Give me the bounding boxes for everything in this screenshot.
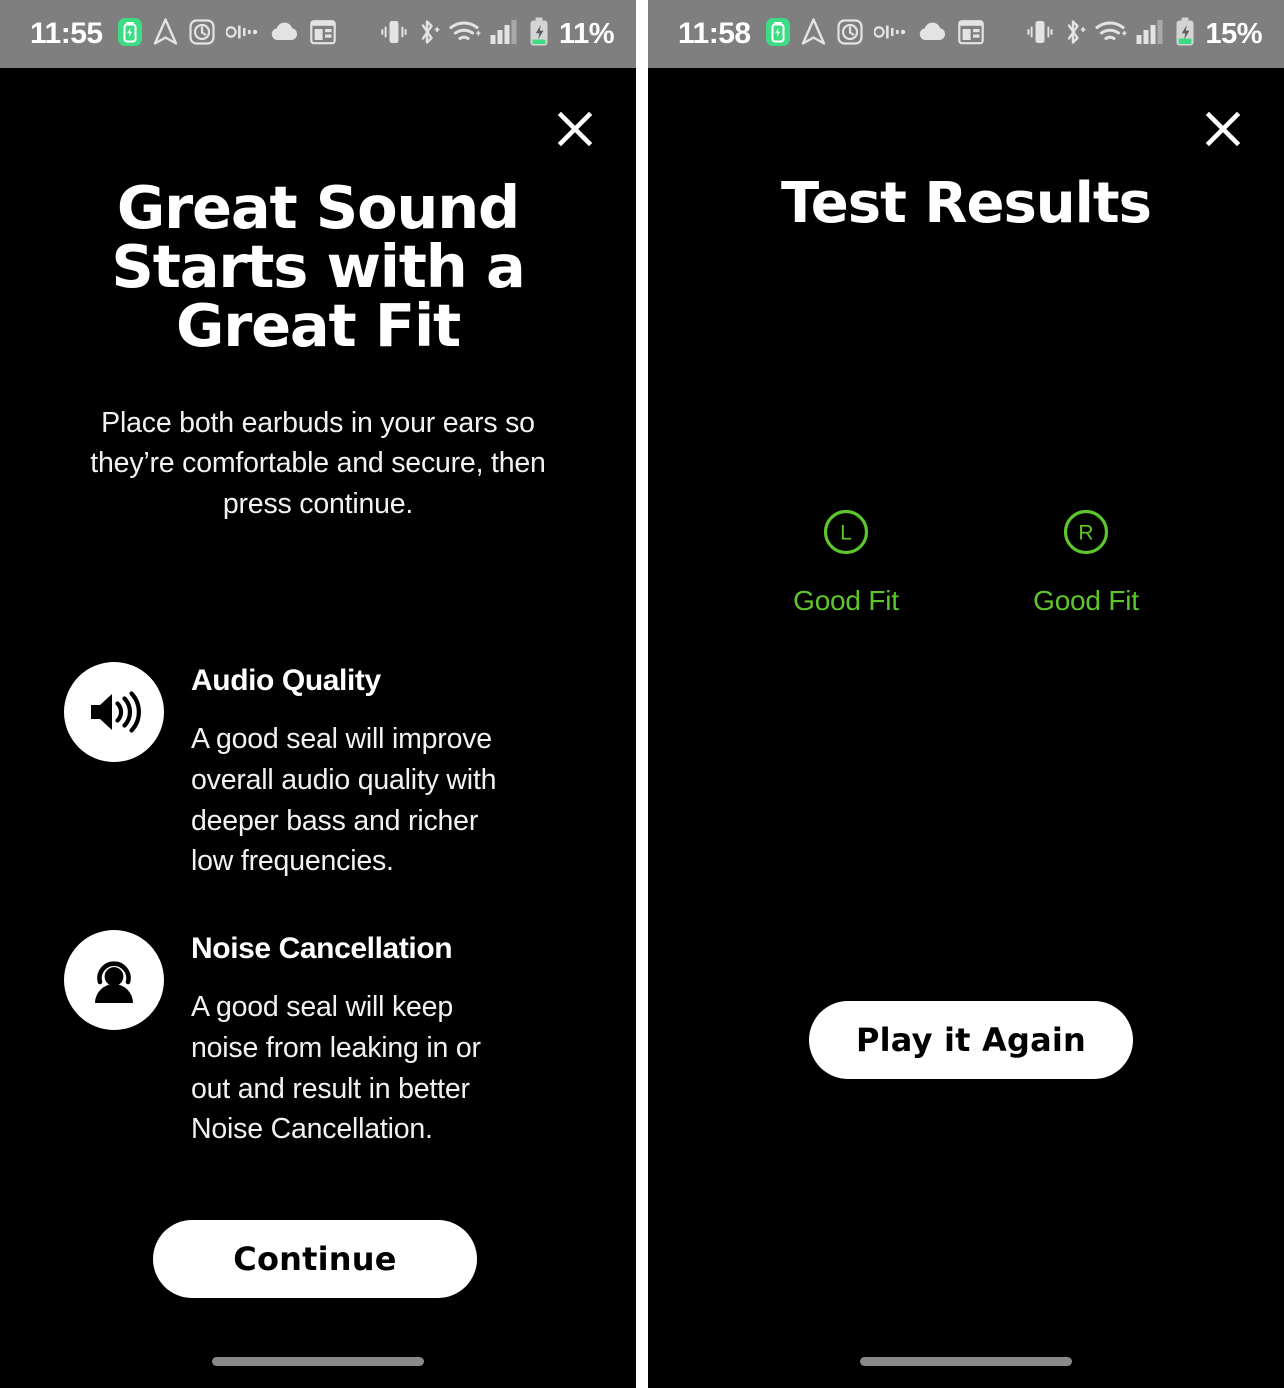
right-screen-body: Test Results L Good Fit R Good Fit Play … — [648, 68, 1284, 1388]
wifi-icon — [449, 19, 481, 50]
page-title: Great Sound Starts with a Great Fit — [111, 173, 525, 360]
cell-signal-icon — [1136, 19, 1166, 50]
close-icon — [1205, 111, 1241, 147]
calendar-widget-icon — [957, 19, 984, 50]
home-indicator[interactable] — [212, 1357, 424, 1366]
bluetooth-icon — [416, 18, 440, 51]
fit-result-right: R Good Fit — [996, 508, 1176, 615]
home-indicator[interactable] — [860, 1357, 1072, 1366]
svg-text:R: R — [1078, 522, 1093, 545]
vibrate-icon — [1027, 18, 1054, 51]
close-icon — [557, 111, 593, 147]
cell-signal-icon — [490, 19, 520, 50]
battery-percent-label: 15% — [1205, 17, 1262, 50]
navigation-arrow-icon — [153, 18, 178, 50]
alarm-clock-icon — [188, 18, 215, 50]
right-earbud-badge-icon: R — [1062, 508, 1110, 561]
status-clock: 11:58 — [678, 17, 751, 50]
continue-button[interactable]: Continue — [153, 1220, 477, 1298]
cloud-icon — [269, 21, 299, 47]
charging-battery-icon — [529, 17, 549, 52]
feature-text-block: Noise Cancellation A good seal will keep… — [191, 928, 526, 1150]
page-title: Test Results — [781, 171, 1152, 236]
volume-meter-icon — [872, 24, 906, 45]
status-clock: 11:55 — [30, 17, 103, 50]
battery-saver-icon — [117, 17, 142, 51]
play-it-again-button[interactable]: Play it Again — [809, 1001, 1133, 1079]
battery-percent-label: 11% — [559, 17, 614, 50]
calendar-widget-icon — [309, 19, 336, 50]
fit-status-label: Good Fit — [1033, 585, 1139, 616]
person-noise-cancellation-icon — [64, 930, 164, 1030]
speaker-volume-icon — [64, 662, 164, 762]
right-phone-screen: 11:58 15% Test Results L Good Fit R Good… — [648, 0, 1284, 1388]
status-bar-left-group: 11:55 — [30, 17, 336, 51]
status-bar-left: 11:55 11% — [0, 0, 636, 68]
dual-screenshot-stage: 11:55 11% Great Sound Starts with a Grea… — [0, 0, 1284, 1388]
fit-results-row: L Good Fit R Good Fit — [756, 508, 1176, 615]
volume-meter-icon — [224, 24, 258, 45]
status-bar-left-group: 11:58 — [678, 17, 984, 51]
charging-battery-icon — [1175, 17, 1195, 52]
feature-audio-quality: Audio Quality A good seal will improve o… — [64, 660, 596, 882]
svg-text:L: L — [840, 522, 852, 545]
close-button[interactable] — [1198, 104, 1248, 154]
battery-saver-icon — [765, 17, 790, 51]
bluetooth-icon — [1062, 18, 1087, 51]
wifi-icon — [1095, 19, 1128, 50]
panel-divider — [636, 0, 648, 1388]
fit-status-label: Good Fit — [793, 585, 899, 616]
page-subtitle: Place both earbuds in your ears so they’… — [90, 407, 546, 520]
left-phone-screen: 11:55 11% Great Sound Starts with a Grea… — [0, 0, 636, 1388]
fit-result-left: L Good Fit — [756, 508, 936, 615]
status-bar-right: 11:58 15% — [648, 0, 1284, 68]
feature-title: Audio Quality — [191, 664, 381, 697]
left-earbud-badge-icon: L — [822, 508, 870, 561]
feature-noise-cancellation: Noise Cancellation A good seal will keep… — [64, 928, 596, 1150]
alarm-clock-icon — [836, 18, 863, 50]
left-screen-body: Great Sound Starts with a Great Fit Plac… — [0, 68, 636, 1388]
cloud-icon — [917, 21, 947, 47]
vibrate-icon — [381, 18, 407, 51]
status-bar-right-group: 15% — [1027, 17, 1262, 52]
status-bar-right-group: 11% — [381, 17, 614, 52]
feature-title: Noise Cancellation — [191, 932, 453, 965]
feature-body: A good seal will improve overall audio q… — [191, 723, 497, 878]
feature-text-block: Audio Quality A good seal will improve o… — [191, 660, 526, 882]
close-button[interactable] — [550, 104, 600, 154]
feature-body: A good seal will keep noise from leaking… — [191, 991, 481, 1146]
navigation-arrow-icon — [801, 18, 826, 50]
